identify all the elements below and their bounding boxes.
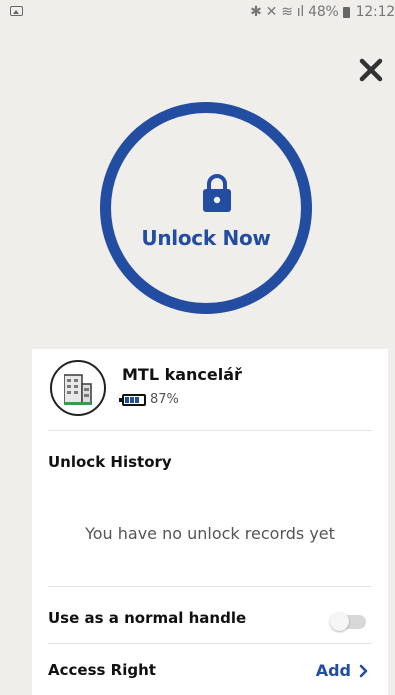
clock: 12:12 [355,4,395,20]
status-icons: ✱ ✕ ≋ ıl 48% 12:12 [250,4,395,20]
device-battery-percent: 87% [150,392,179,407]
access-right-title: Access Right [48,661,156,679]
divider [48,643,372,644]
unlock-now-button[interactable]: Unlock Now [100,102,312,314]
lock-icon [203,174,231,212]
unlock-history-empty: You have no unlock records yet [85,524,335,543]
status-battery-icon [342,6,350,18]
wifi-icon: ≋ [281,4,293,20]
add-access-right-button[interactable]: Add [316,661,368,680]
normal-handle-label: Use as a normal handle [48,609,247,627]
device-info: MTL kancelář 87% [48,357,372,427]
close-button[interactable] [357,56,385,84]
divider [48,430,372,431]
close-icon [359,58,383,82]
device-name: MTL kancelář [122,365,242,384]
normal-handle-toggle[interactable] [330,612,366,631]
bluetooth-icon: ✱ [250,4,262,20]
unlock-history-title: Unlock History [48,453,172,471]
gallery-icon [10,6,23,16]
battery-level-fill [125,396,141,403]
device-battery: 87% [119,392,179,407]
toggle-knob [330,612,349,631]
lock-details-card: MTL kancelář 87% Unlock History You have… [32,349,388,695]
mute-icon: ✕ [265,4,278,20]
building-icon [64,374,92,405]
signal-icon: ıl [296,4,305,20]
unlock-now-label: Unlock Now [141,226,271,250]
chevron-right-icon [359,664,368,677]
battery-percent: 48% [308,4,339,20]
device-avatar [50,360,106,416]
battery-icon [119,393,146,406]
divider [48,586,372,587]
status-bar: ✱ ✕ ≋ ıl 48% 12:12 [0,0,395,24]
add-label: Add [315,661,351,680]
